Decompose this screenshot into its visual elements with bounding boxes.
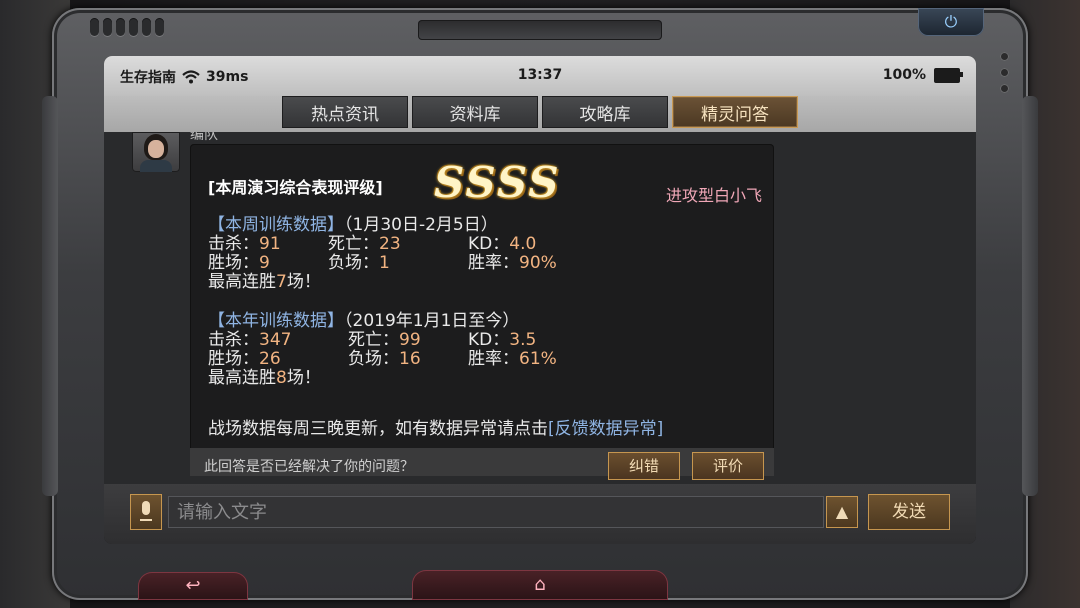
kills-label: 击杀： — [208, 234, 259, 254]
tab-qa[interactable]: 精灵问答 — [672, 96, 798, 128]
wins-value: 26 — [259, 349, 281, 369]
tab-strategy[interactable]: 攻略库 — [542, 96, 668, 128]
message-author: 进攻型白小飞 — [665, 186, 762, 205]
kd-value: 4.0 — [509, 234, 537, 254]
update-note-text: 战场数据每周三晚更新，如有数据异常请点击 — [208, 419, 548, 439]
frame-top-bar — [418, 20, 662, 40]
streak-prefix: 最高连胜 — [208, 272, 276, 292]
losses-label: 负场： — [348, 349, 399, 369]
correct-button[interactable]: 纠错 — [608, 452, 680, 480]
update-note: 战场数据每周三晚更新，如有数据异常请点击[反馈数据异常] — [208, 420, 663, 439]
yearly-stats: 【本年训练数据】（2019年1月1日至今） 击杀：347 死亡：99 KD：3.… — [208, 312, 557, 388]
home-icon: ⌂ — [534, 574, 546, 595]
power-icon: ⏻ — [944, 12, 958, 31]
streak-value: 8 — [276, 368, 287, 388]
yearly-range: （2019年1月1日至今） — [344, 311, 520, 331]
weekly-range: （1月30日-2月5日） — [344, 215, 498, 235]
kills-value: 91 — [259, 234, 281, 254]
send-button[interactable]: 发送 — [868, 494, 950, 530]
message-input[interactable] — [168, 496, 824, 528]
back-button[interactable]: ↩ — [138, 572, 248, 600]
kd-label: KD： — [468, 234, 510, 254]
microphone-button[interactable] — [130, 494, 162, 530]
winrate-value: 61% — [519, 349, 557, 369]
yearly-header: 【本年训练数据】 — [208, 311, 344, 331]
bottom-nav: ↩ ⌂ — [130, 568, 950, 608]
rate-button[interactable]: 评价 — [692, 452, 764, 480]
wins-value: 9 — [259, 253, 270, 273]
deaths-value: 23 — [379, 234, 401, 254]
feedback-link[interactable]: [反馈数据异常] — [548, 419, 663, 439]
screen: 生存指南 39ms 13:37 100% 热点资讯 资料库 攻略库 精灵问答 编… — [104, 56, 976, 544]
winrate-value: 90% — [519, 253, 557, 273]
kd-value: 3.5 — [509, 330, 537, 350]
vent-grille — [90, 18, 168, 36]
tab-bar: 热点资讯 资料库 攻略库 精灵问答 — [104, 96, 976, 132]
message-bubble: [本周演习综合表现评级] SSSS 进攻型白小飞 【本周训练数据】（1月30日-… — [190, 144, 774, 480]
battery-icon — [934, 67, 963, 83]
winrate-label: 胜率： — [468, 349, 519, 369]
battery-percent: 100% — [882, 67, 926, 83]
home-button[interactable]: ⌂ — [412, 570, 668, 600]
wins-label: 胜场： — [208, 253, 259, 273]
expand-button[interactable]: ▲ — [826, 496, 858, 528]
weekly-header: 【本周训练数据】 — [208, 215, 344, 235]
sender-name: 编队 — [190, 132, 218, 143]
streak-suffix: 场！ — [286, 368, 321, 388]
deaths-value: 99 — [399, 330, 421, 350]
losses-value: 16 — [399, 349, 421, 369]
message-title: [本周演习综合表现评级] — [208, 178, 383, 197]
kd-label: KD： — [468, 330, 510, 350]
chevron-up-icon: ▲ — [835, 502, 849, 521]
frame-side-left — [42, 96, 58, 496]
status-bar: 生存指南 39ms 13:37 100% — [104, 56, 976, 96]
streak-prefix: 最高连胜 — [208, 368, 276, 388]
deaths-label: 死亡： — [328, 234, 379, 254]
weekly-stats: 【本周训练数据】（1月30日-2月5日） 击杀：91 死亡：23 KD：4.0 … — [208, 216, 557, 292]
streak-value: 7 — [276, 272, 287, 292]
wins-label: 胜场： — [208, 349, 259, 369]
power-button[interactable]: ⏻ — [918, 8, 984, 36]
grade-badge: SSSS — [434, 158, 561, 207]
chat-content: 编队 [本周演习综合表现评级] SSSS 进攻型白小飞 【本周训练数据】（1月3… — [104, 132, 976, 484]
back-icon: ↩ — [185, 575, 201, 596]
tab-database[interactable]: 资料库 — [412, 96, 538, 128]
frame-side-right — [1022, 96, 1038, 496]
deaths-label: 死亡： — [348, 330, 399, 350]
clock: 13:37 — [517, 67, 563, 83]
winrate-label: 胜率： — [468, 253, 519, 273]
tab-hot-news[interactable]: 热点资讯 — [282, 96, 408, 128]
losses-value: 1 — [379, 253, 390, 273]
input-bar: ▲ 发送 — [104, 484, 976, 544]
kills-label: 击杀： — [208, 330, 259, 350]
streak-suffix: 场！ — [286, 272, 321, 292]
resolved-question: 此回答是否已经解决了你的问题？ — [204, 459, 414, 475]
avatar[interactable] — [132, 132, 180, 172]
frame-side-dots — [1000, 52, 1009, 93]
kills-value: 347 — [259, 330, 292, 350]
feedback-bar: 此回答是否已经解决了你的问题？ 纠错 评价 — [190, 448, 774, 480]
losses-label: 负场： — [328, 253, 379, 273]
